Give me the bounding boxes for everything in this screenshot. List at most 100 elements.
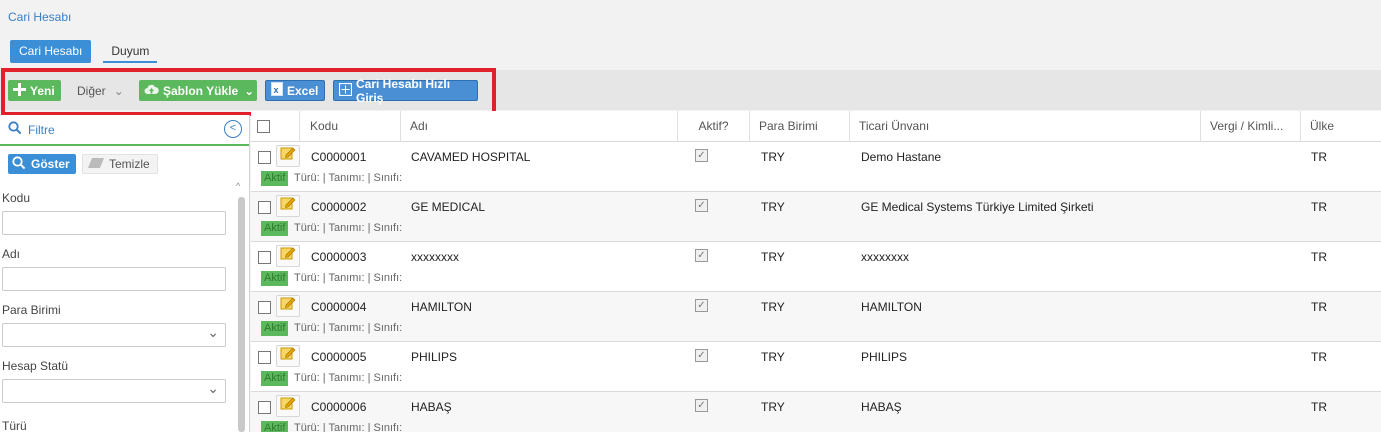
turu-label: Türü (2, 419, 27, 432)
col-aktif[interactable]: Aktif? (678, 111, 750, 142)
grid-plus-icon (338, 82, 353, 99)
cell-para-birimi: TRY (761, 150, 785, 164)
row-checkbox[interactable] (258, 401, 271, 414)
cell-ulke: TR (1311, 250, 1327, 264)
excel-button[interactable]: x Excel (265, 80, 325, 101)
cell-kodu: C0000002 (311, 200, 367, 214)
cell-adi: PHILIPS (411, 350, 458, 364)
show-button[interactable]: Göster (8, 154, 76, 174)
filter-title: Filtre (28, 122, 55, 137)
cell-ticari-unvani: Demo Hastane (861, 150, 942, 164)
edit-icon[interactable] (276, 245, 300, 267)
quick-entry-button[interactable]: Cari Hesabı Hızlı Giriş (333, 77, 478, 105)
col-kodu[interactable]: Kodu (301, 111, 401, 142)
cell-para-birimi: TRY (761, 300, 785, 314)
para-birimi-select[interactable] (2, 323, 226, 347)
cell-kodu: C0000005 (311, 350, 367, 364)
filter-header[interactable]: Filtre (0, 115, 249, 146)
status-badge: Aktif (261, 321, 289, 336)
col-para-birimi[interactable]: Para Birimi (750, 111, 850, 142)
cell-ulke: TR (1311, 200, 1327, 214)
edit-icon[interactable] (276, 195, 300, 217)
kodu-input[interactable] (2, 211, 226, 235)
cell-ticari-unvani: HABAŞ (861, 400, 902, 414)
cell-adi: xxxxxxxx (411, 250, 459, 264)
eraser-icon (88, 157, 104, 171)
plus-icon (13, 82, 26, 99)
select-all-checkbox[interactable] (257, 120, 270, 134)
grid-header: Kodu Adı Aktif? Para Birimi Ticari Ünvan… (251, 111, 1381, 142)
table-row[interactable]: C0000003 xxxxxxxx ✓ TRY xxxxxxxx TR Aktif Türü:… (251, 242, 1381, 292)
hesap-statu-select[interactable] (2, 379, 226, 403)
tab-duyum[interactable]: Duyum (103, 40, 158, 63)
excel-button-label: Excel (287, 83, 319, 98)
clear-button[interactable]: Temizle (82, 154, 158, 174)
cell-ulke: TR (1311, 350, 1327, 364)
cell-adi: HAMILTON (411, 300, 472, 314)
status-badge: Aktif (261, 221, 289, 236)
edit-icon[interactable] (276, 395, 300, 417)
row-checkbox[interactable] (258, 351, 271, 364)
row-subinfo: Türü: | Tanımı: | Sınıfı: (294, 372, 403, 384)
cell-ticari-unvani: PHILIPS (861, 350, 908, 364)
new-button[interactable]: Yeni (8, 80, 61, 101)
cell-kodu: C0000004 (311, 300, 367, 314)
aktif-checkbox: ✓ (695, 199, 708, 212)
row-checkbox[interactable] (258, 251, 271, 264)
adi-input[interactable] (2, 267, 226, 291)
template-upload-button[interactable]: Şablon Yükle ⌄ (139, 80, 257, 101)
status-badge: Aktif (261, 271, 289, 286)
other-dropdown-label: Diğer (77, 83, 106, 98)
collapse-panel-button[interactable]: < (224, 120, 242, 138)
new-button-label: Yeni (30, 83, 55, 98)
status-badge: Aktif (261, 171, 289, 186)
col-ticari-unvani[interactable]: Ticari Ünvanı (850, 111, 1201, 142)
other-dropdown[interactable]: Diğer ⌄ (69, 80, 131, 101)
quick-entry-label: Cari Hesabı Hızlı Giriş (356, 76, 451, 105)
cell-ticari-unvani: GE Medical Systems Türkiye Limited Şirke… (861, 200, 1094, 214)
row-subinfo: Türü: | Tanımı: | Sınıfı: (294, 272, 403, 284)
clear-button-label: Temizle (109, 157, 150, 171)
edit-icon[interactable] (276, 295, 300, 317)
filter-scrollbar[interactable] (238, 197, 245, 432)
row-checkbox[interactable] (258, 201, 271, 214)
accounts-grid: Kodu Adı Aktif? Para Birimi Ticari Ünvan… (251, 111, 1381, 432)
chevron-left-icon: < (229, 122, 237, 134)
cell-ulke: TR (1311, 300, 1327, 314)
excel-icon: x (271, 82, 283, 99)
search-icon (12, 155, 26, 173)
scroll-up-arrow[interactable]: ^ (236, 181, 240, 191)
row-checkbox[interactable] (258, 301, 271, 314)
adi-label: Adı (2, 247, 21, 261)
status-badge: Aktif (261, 421, 289, 432)
row-subinfo: Türü: | Tanımı: | Sınıfı: (294, 422, 403, 432)
edit-icon[interactable] (276, 345, 300, 367)
chevron-down-icon: ⌄ (113, 83, 124, 98)
row-checkbox[interactable] (258, 151, 271, 164)
cell-adi: HABAŞ (411, 400, 452, 414)
table-row[interactable]: C0000004 HAMILTON ✓ TRY HAMILTON TR Aktif Türü:… (251, 292, 1381, 342)
template-upload-label: Şablon Yükle (163, 83, 239, 98)
cell-para-birimi: TRY (761, 350, 785, 364)
tab-cari-hesabi[interactable]: Cari Hesabı (10, 40, 92, 63)
table-row[interactable]: C0000006 HABAŞ ✓ TRY HABAŞ TR Aktif Türü: | Tan… (251, 392, 1381, 432)
table-row[interactable]: C0000005 PHILIPS ✓ TRY PHILIPS TR Aktif Türü: |… (251, 342, 1381, 392)
aktif-checkbox: ✓ (695, 249, 708, 262)
col-vergi[interactable]: Vergi / Kimli... (1201, 111, 1301, 142)
breadcrumb[interactable]: Cari Hesabı (8, 10, 71, 24)
cell-para-birimi: TRY (761, 400, 785, 414)
aktif-checkbox: ✓ (695, 349, 708, 362)
table-row[interactable]: C0000001 CAVAMED HOSPITAL ✓ TRY Demo Hastane… (251, 142, 1381, 192)
cell-ticari-unvani: HAMILTON (861, 300, 922, 314)
aktif-checkbox: ✓ (695, 299, 708, 312)
cell-kodu: C0000001 (311, 150, 367, 164)
cell-adi: GE MEDICAL (411, 200, 486, 214)
select-all-cell (251, 111, 300, 142)
col-ulke[interactable]: Ülke (1301, 111, 1381, 142)
chevron-down-icon: ⌄ (244, 83, 255, 98)
edit-icon[interactable] (276, 145, 300, 167)
filter-panel: Filtre < Göster Temizle ^ Kodu Adı Para … (0, 115, 250, 432)
cloud-upload-icon (144, 83, 159, 98)
col-adi[interactable]: Adı (401, 111, 678, 142)
table-row[interactable]: C0000002 GE MEDICAL ✓ TRY GE Medical Systems… (251, 192, 1381, 242)
